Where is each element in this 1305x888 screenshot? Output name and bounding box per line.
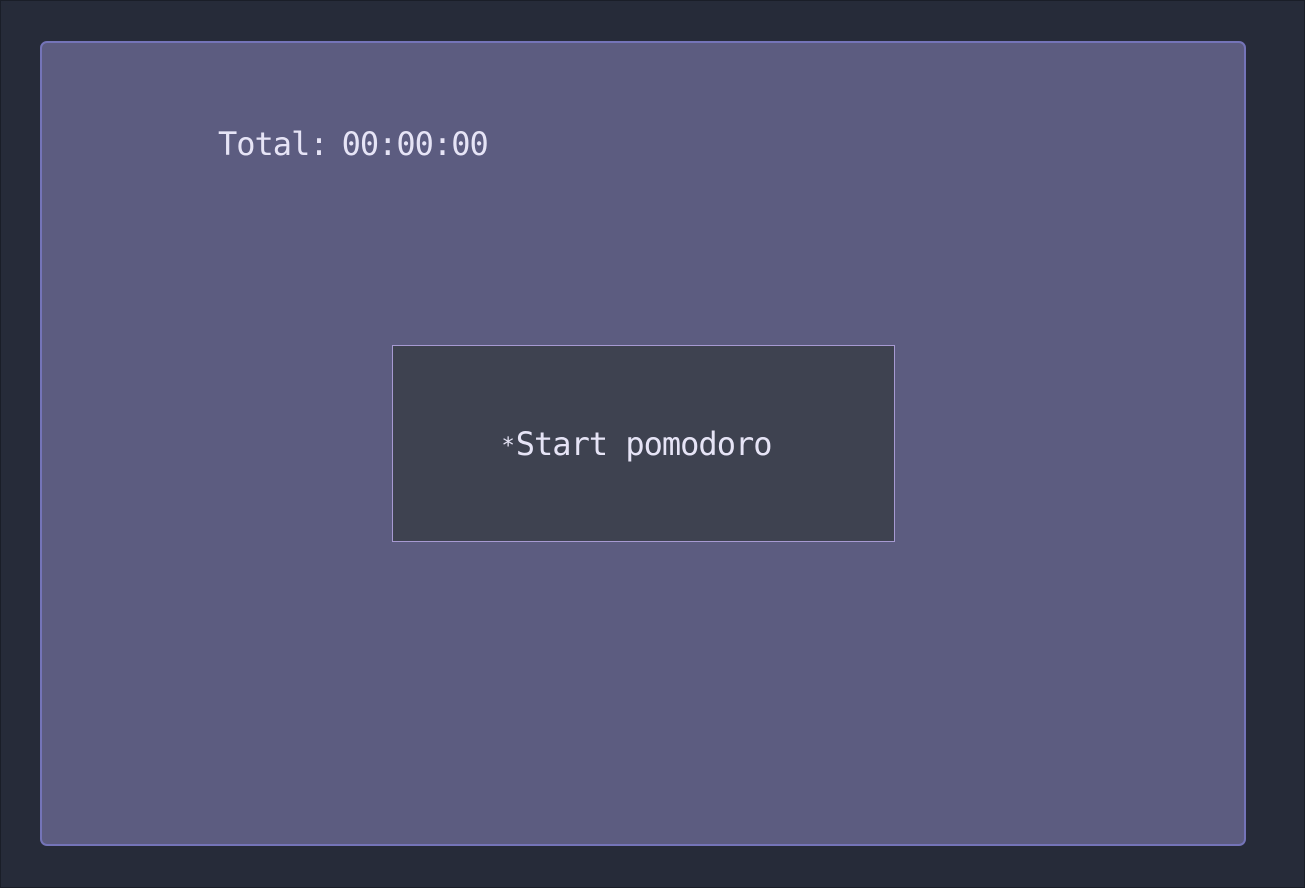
start-pomodoro-button[interactable]: *Start pomodoro [392, 345, 895, 542]
app-window: Total: 00:00:00 *Start pomodoro [0, 0, 1305, 888]
total-time-value: 00:00:00 [341, 125, 489, 163]
main-panel: Total: 00:00:00 *Start pomodoro [40, 41, 1246, 846]
total-time-display: Total: 00:00:00 [218, 125, 489, 163]
start-pomodoro-label-wrap: *Start pomodoro [501, 424, 773, 463]
total-label: Total: [218, 125, 329, 163]
asterisk-icon: * [501, 433, 515, 459]
start-pomodoro-label: Start pomodoro [515, 424, 773, 463]
